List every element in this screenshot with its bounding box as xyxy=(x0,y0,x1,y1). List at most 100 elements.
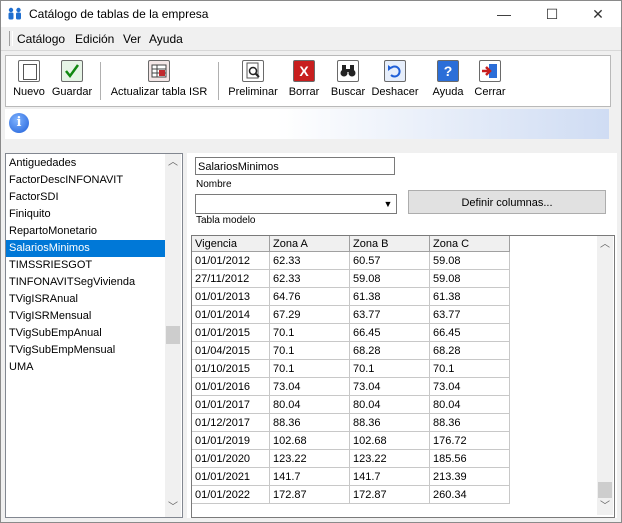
grid-cell[interactable]: 01/01/2017 xyxy=(192,396,270,414)
actualizar-isr-button[interactable]: Actualizar tabla ISR xyxy=(106,60,212,104)
grid-cell[interactable]: 88.36 xyxy=(270,414,350,432)
grid-cell[interactable]: 70.1 xyxy=(430,360,510,378)
grid-cell[interactable]: 68.28 xyxy=(430,342,510,360)
guardar-button[interactable]: Guardar xyxy=(50,60,94,104)
list-item[interactable]: TVigISRMensual xyxy=(6,308,168,325)
close-button[interactable]: ✕ xyxy=(575,1,621,27)
grid-cell[interactable]: 88.36 xyxy=(430,414,510,432)
grid-cell[interactable]: 185.56 xyxy=(430,450,510,468)
list-item[interactable]: UMA xyxy=(6,359,168,376)
definir-columnas-button[interactable]: Definir columnas... xyxy=(408,190,606,214)
tables-list[interactable]: Antiguedades FactorDescINFONAVIT FactorSDI… xyxy=(5,153,183,518)
grid-cell[interactable]: 176.72 xyxy=(430,432,510,450)
list-item[interactable]: TINFONAVITSegVivienda xyxy=(6,274,168,291)
grid-cell[interactable]: 59.08 xyxy=(430,252,510,270)
grid-cell[interactable]: 62.33 xyxy=(270,252,350,270)
grid-cell[interactable]: 80.04 xyxy=(350,396,430,414)
ayuda-button[interactable]: ? Ayuda xyxy=(428,60,468,104)
grid-cell[interactable]: 60.57 xyxy=(350,252,430,270)
grid-cell[interactable]: 01/01/2020 xyxy=(192,450,270,468)
grid-cell[interactable]: 73.04 xyxy=(270,378,350,396)
grid-cell[interactable]: 01/01/2013 xyxy=(192,288,270,306)
nombre-input[interactable]: SalariosMinimos xyxy=(195,157,395,175)
scroll-down-icon[interactable]: ﹀ xyxy=(165,499,181,516)
grid-cell[interactable]: 88.36 xyxy=(350,414,430,432)
grid-cell[interactable]: 01/01/2021 xyxy=(192,468,270,486)
list-item[interactable]: Finiquito xyxy=(6,206,168,223)
grid-cell[interactable]: 80.04 xyxy=(430,396,510,414)
grid-cell[interactable]: 172.87 xyxy=(350,486,430,504)
grid-cell[interactable]: 59.08 xyxy=(430,270,510,288)
tabla-modelo-select[interactable]: ▼ xyxy=(195,194,397,214)
grid-cell[interactable]: 70.1 xyxy=(270,342,350,360)
grid-cell[interactable]: 01/01/2014 xyxy=(192,306,270,324)
grid-cell[interactable]: 213.39 xyxy=(430,468,510,486)
grid-cell[interactable]: 73.04 xyxy=(430,378,510,396)
deshacer-button[interactable]: Deshacer xyxy=(370,60,420,104)
grid-cell[interactable]: 62.33 xyxy=(270,270,350,288)
grid-scroll-up-icon[interactable]: ︿ xyxy=(597,236,613,253)
list-item[interactable]: TVigISRAnual xyxy=(6,291,168,308)
grid-cell[interactable]: 01/04/2015 xyxy=(192,342,270,360)
menu-ver[interactable]: Ver xyxy=(123,32,141,46)
nuevo-button[interactable]: Nuevo xyxy=(10,60,48,104)
minimize-button[interactable]: — xyxy=(481,1,527,27)
column-header-zona-b[interactable]: Zona B xyxy=(350,236,430,252)
list-item[interactable]: FactorSDI xyxy=(6,189,168,206)
grid-cell[interactable]: 61.38 xyxy=(350,288,430,306)
grid-cell[interactable]: 70.1 xyxy=(270,360,350,378)
scroll-thumb[interactable] xyxy=(166,326,180,344)
grid-cell[interactable]: 27/11/2012 xyxy=(192,270,270,288)
menu-ayuda[interactable]: Ayuda xyxy=(149,32,183,46)
grid-cell[interactable]: 80.04 xyxy=(270,396,350,414)
menu-catalogo[interactable]: Catálogo xyxy=(17,32,65,46)
tables-list-scrollbar[interactable]: ︿ ﹀ xyxy=(165,154,181,517)
column-header-vigencia[interactable]: Vigencia xyxy=(192,236,270,252)
grid-cell[interactable]: 68.28 xyxy=(350,342,430,360)
grid-cell[interactable]: 01/01/2022 xyxy=(192,486,270,504)
menu-edicion[interactable]: Edición xyxy=(75,32,114,46)
grid-cell[interactable]: 123.22 xyxy=(350,450,430,468)
grid-cell[interactable]: 73.04 xyxy=(350,378,430,396)
grid-cell[interactable]: 01/01/2015 xyxy=(192,324,270,342)
grid-cell[interactable]: 01/01/2016 xyxy=(192,378,270,396)
grid-cell[interactable]: 102.68 xyxy=(270,432,350,450)
grid-cell[interactable]: 66.45 xyxy=(350,324,430,342)
list-item[interactable]: RepartoMonetario xyxy=(6,223,168,240)
preliminar-button[interactable]: Preliminar xyxy=(226,60,280,104)
grid-cell[interactable]: 67.29 xyxy=(270,306,350,324)
grid-cell[interactable]: 63.77 xyxy=(350,306,430,324)
scroll-up-icon[interactable]: ︿ xyxy=(165,154,181,171)
grid-cell[interactable]: 01/12/2017 xyxy=(192,414,270,432)
grid-cell[interactable]: 123.22 xyxy=(270,450,350,468)
column-header-zona-a[interactable]: Zona A xyxy=(270,236,350,252)
grid-cell[interactable]: 63.77 xyxy=(430,306,510,324)
grid-cell[interactable]: 70.1 xyxy=(270,324,350,342)
grid-cell[interactable]: 59.08 xyxy=(350,270,430,288)
maximize-button[interactable]: ☐ xyxy=(529,1,575,27)
list-item[interactable]: FactorDescINFONAVIT xyxy=(6,172,168,189)
list-item[interactable]: TVigSubEmpMensual xyxy=(6,342,168,359)
grid-cell[interactable]: 102.68 xyxy=(350,432,430,450)
grid-cell[interactable]: 01/01/2019 xyxy=(192,432,270,450)
list-item[interactable]: TIMSSRIESGOT xyxy=(6,257,168,274)
buscar-button[interactable]: Buscar xyxy=(328,60,368,104)
dropdown-arrow-icon[interactable]: ▼ xyxy=(380,195,396,213)
grid-cell[interactable]: 01/01/2012 xyxy=(192,252,270,270)
list-item[interactable]: TVigSubEmpAnual xyxy=(6,325,168,342)
borrar-button[interactable]: X Borrar xyxy=(284,60,324,104)
grid-cell[interactable]: 01/10/2015 xyxy=(192,360,270,378)
list-item[interactable]: SalariosMinimos xyxy=(6,240,168,257)
grid-cell[interactable]: 260.34 xyxy=(430,486,510,504)
column-header-zona-c[interactable]: Zona C xyxy=(430,236,510,252)
list-item[interactable]: Antiguedades xyxy=(6,155,168,172)
grid-cell[interactable]: 70.1 xyxy=(350,360,430,378)
grid-scroll-thumb[interactable] xyxy=(598,482,612,498)
grid-cell[interactable]: 141.7 xyxy=(270,468,350,486)
grid-cell[interactable]: 141.7 xyxy=(350,468,430,486)
grid-scrollbar[interactable]: ︿ ﹀ xyxy=(597,236,613,515)
grid-cell[interactable]: 64.76 xyxy=(270,288,350,306)
grid-cell[interactable]: 66.45 xyxy=(430,324,510,342)
grid-cell[interactable]: 61.38 xyxy=(430,288,510,306)
grid-cell[interactable]: 172.87 xyxy=(270,486,350,504)
